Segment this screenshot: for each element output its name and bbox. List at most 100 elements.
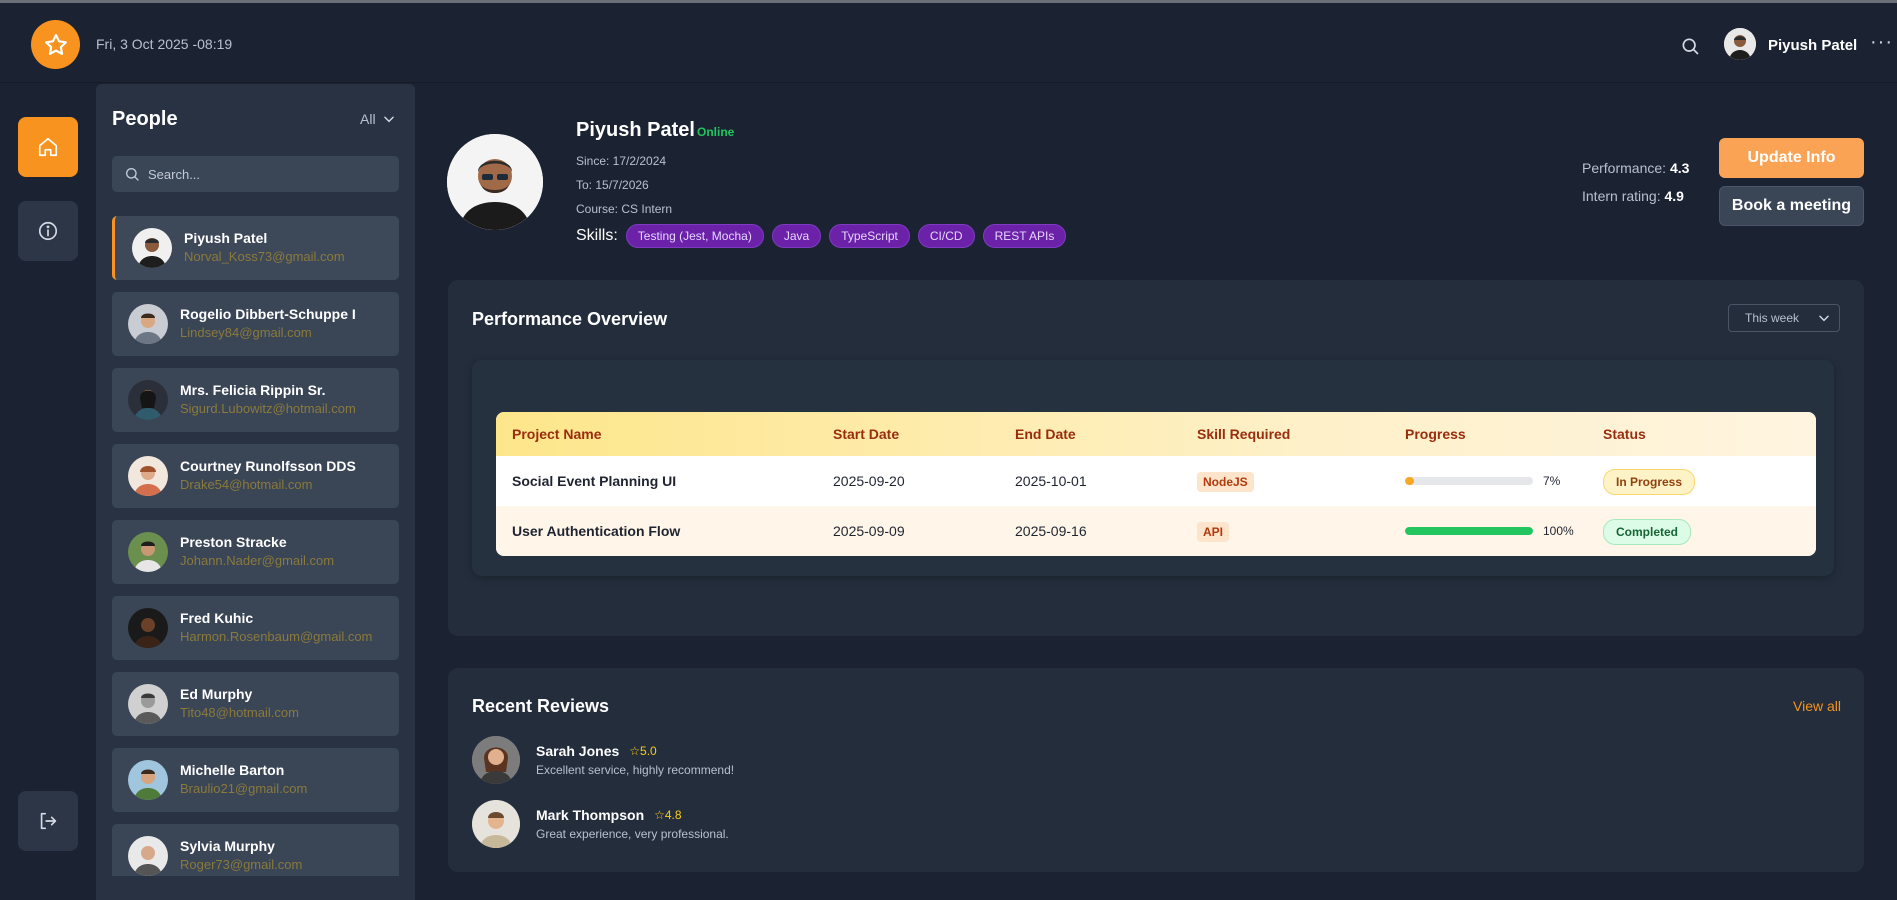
person-card-sylvia[interactable]: Sylvia Murphy Roger73@gmail.com [112,824,399,876]
person-avatar [132,228,172,268]
app-logo[interactable] [31,20,80,69]
person-card-ed[interactable]: Ed Murphy Tito48@hotmail.com [112,672,399,736]
user-name[interactable]: Piyush Patel [1768,37,1857,54]
person-name: Mrs. Felicia Rippin Sr. [180,382,326,398]
progress-fill [1405,477,1414,485]
intern-rating-label: Intern rating: [1582,188,1661,204]
skill-tag: Testing (Jest, Mocha) [625,224,764,248]
profile-name: Piyush Patel [576,119,695,141]
person-name: Courtney Runolfsson DDS [180,458,356,474]
person-email: Harmon.Rosenbaum@gmail.com [180,629,373,644]
chevron-down-icon [1819,315,1829,322]
profile-avatar [447,134,543,230]
table-header: Project Name Start Date End Date Skill R… [496,412,1816,456]
logout-button[interactable] [18,791,78,851]
person-email: Lindsey84@gmail.com [180,325,312,340]
people-filter-label: All [360,111,376,127]
person-card-fred[interactable]: Fred Kuhic Harmon.Rosenbaum@gmail.com [112,596,399,660]
progress-cell: 100% [1405,524,1603,538]
person-avatar [128,304,168,344]
person-name: Sylvia Murphy [180,838,275,854]
person-card-michelle[interactable]: Michelle Barton Braulio21@gmail.com [112,748,399,812]
profile-course: Course: CS Intern [576,202,673,216]
logout-icon [40,812,57,830]
period-label: This week [1745,311,1800,325]
column-header: Start Date [833,426,900,442]
recent-reviews-card: Recent Reviews View all Sarah Jones ☆5.0 … [448,668,1864,872]
home-icon [38,137,58,157]
person-card-felicia[interactable]: Mrs. Felicia Rippin Sr. Sigurd.Lubowitz@h… [112,368,399,432]
person-card-piyush-patel[interactable]: Piyush Patel Norval_Koss73@gmail.com [112,216,399,280]
person-email: Johann.Nader@gmail.com [180,553,335,568]
reviewer-avatar [472,800,520,848]
person-card-rogelio[interactable]: Rogelio Dibbert-Schuppe I Lindsey84@gmail… [112,292,399,356]
star-icon [44,33,67,55]
reviewer-name: Sarah Jones [536,743,620,759]
person-email: Drake54@hotmail.com [180,477,313,492]
online-status: Online [697,125,735,139]
person-email: Braulio21@gmail.com [180,781,308,796]
table-row[interactable]: Social Event Planning UI 2025-09-20 2025… [496,456,1816,506]
review-rating: ☆5.0 [629,744,657,758]
review-item: Sarah Jones ☆5.0 Excellent service, highl… [472,736,734,784]
view-all-link[interactable]: View all [1793,698,1841,714]
person-card-courtney[interactable]: Courtney Runolfsson DDS Drake54@hotmail.c… [112,444,399,508]
person-email: Tito48@hotmail.com [180,705,299,720]
person-name: Preston Stracke [180,534,287,550]
profile-to: To: 15/7/2026 [576,178,649,192]
review-text: Great experience, very professional. [536,827,729,841]
search-button[interactable] [1680,36,1700,56]
nav-rail [0,84,96,900]
progress-track [1405,527,1533,535]
reviewer-avatar [472,736,520,784]
status-badge: Completed [1603,519,1692,545]
project-name: User Authentication Flow [512,523,681,539]
skills-label: Skills: [576,227,618,244]
start-date: 2025-09-20 [833,473,905,489]
skill-tag: REST APIs [982,224,1067,248]
progress-value: 100% [1543,524,1574,538]
intern-rating-value: 4.9 [1664,188,1684,204]
skill-chip: API [1197,522,1230,542]
user-avatar[interactable] [1724,28,1756,60]
intern-rating-metric: Intern rating: 4.9 [1582,188,1684,204]
start-date: 2025-09-09 [833,523,905,539]
period-dropdown[interactable]: This week [1728,304,1840,332]
person-card-preston[interactable]: Preston Stracke Johann.Nader@gmail.com [112,520,399,584]
person-email: Roger73@gmail.com [180,857,303,872]
chevron-down-icon [383,116,394,123]
nav-home-button[interactable] [18,117,78,177]
skills-row: Skills: Testing (Jest, Mocha) Java TypeS… [576,224,1067,248]
review-item: Mark Thompson ☆4.8 Great experience, very… [472,800,729,848]
status-badge: In Progress [1603,469,1696,495]
progress-track [1405,477,1533,485]
progress-value: 7% [1543,474,1561,488]
column-header: Progress [1405,426,1466,442]
performance-overview-title: Performance Overview [472,309,668,329]
recent-reviews-title: Recent Reviews [472,696,610,716]
search-icon [126,168,139,181]
book-meeting-button[interactable]: Book a meeting [1719,186,1864,226]
people-search-input[interactable] [148,166,388,182]
column-header: Status [1603,426,1646,442]
person-name: Michelle Barton [180,762,285,778]
person-name: Piyush Patel [184,230,268,246]
info-icon [38,221,58,241]
more-menu-button[interactable]: ··· [1870,31,1893,54]
table-row[interactable]: User Authentication Flow 2025-09-09 2025… [496,506,1816,556]
people-filter-dropdown[interactable]: All [360,111,396,127]
person-avatar [128,380,168,420]
person-name: Fred Kuhic [180,610,254,626]
person-email: Norval_Koss73@gmail.com [184,249,345,264]
person-name: Rogelio Dibbert-Schuppe I [180,306,356,322]
skill-tag: CI/CD [917,224,975,248]
people-list: Piyush Patel Norval_Koss73@gmail.com Roge… [112,216,399,876]
person-email: Sigurd.Lubowitz@hotmail.com [180,401,356,416]
review-text: Excellent service, highly recommend! [536,763,735,777]
nav-info-button[interactable] [18,201,78,261]
update-info-button[interactable]: Update Info [1719,138,1864,178]
reviewer-name: Mark Thompson [536,807,645,823]
people-search-box [112,156,399,192]
current-datetime: Fri, 3 Oct 2025 -08:19 [96,36,233,52]
people-panel: People All Piyush Patel Norval_Koss73@gma… [96,84,415,900]
